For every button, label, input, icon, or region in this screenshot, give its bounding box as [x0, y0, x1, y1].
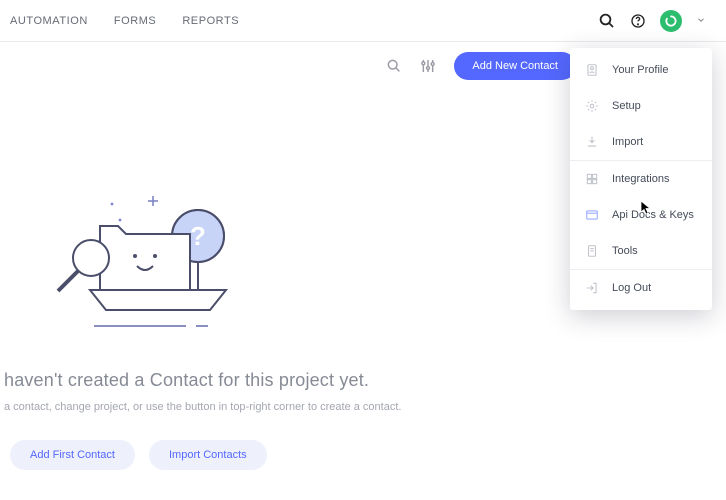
- integrations-icon: [584, 171, 600, 187]
- empty-state-text: haven't created a Contact for this proje…: [0, 370, 405, 413]
- menu-item-label: Integrations: [612, 173, 669, 185]
- nav-tab-reports[interactable]: REPORTS: [182, 15, 239, 27]
- add-new-contact-button[interactable]: Add New Contact: [454, 52, 576, 80]
- menu-item-your-profile[interactable]: Your Profile: [570, 52, 712, 88]
- menu-item-integrations[interactable]: Integrations: [570, 161, 712, 197]
- nav-tab-automation[interactable]: AUTOMATION: [10, 15, 88, 27]
- chevron-down-icon[interactable]: [696, 12, 706, 30]
- menu-item-label: Import: [612, 136, 643, 148]
- tools-icon: [584, 243, 600, 259]
- nav-tabs: AUTOMATION FORMS REPORTS: [0, 0, 239, 41]
- menu-item-log-out[interactable]: Log Out: [570, 270, 712, 306]
- menu-item-label: Setup: [612, 100, 641, 112]
- logout-icon: [584, 280, 600, 296]
- menu-item-label: Log Out: [612, 282, 651, 294]
- search-icon[interactable]: [386, 58, 402, 74]
- svg-text:?: ?: [190, 221, 206, 251]
- empty-state-illustration: ?: [40, 192, 240, 342]
- empty-state-heading: haven't created a Contact for this proje…: [4, 370, 401, 391]
- import-contacts-button[interactable]: Import Contacts: [149, 440, 267, 470]
- add-first-contact-button[interactable]: Add First Contact: [10, 440, 135, 470]
- menu-item-label: Api Docs & Keys: [612, 209, 694, 221]
- top-right-controls: [598, 0, 726, 41]
- menu-item-setup[interactable]: Setup: [570, 88, 712, 124]
- menu-item-label: Your Profile: [612, 64, 668, 76]
- menu-item-api-docs-keys[interactable]: Api Docs & Keys: [570, 197, 712, 233]
- avatar[interactable]: [660, 10, 682, 32]
- profile-icon: [584, 62, 600, 78]
- empty-state-actions: Add First Contact Import Contacts: [10, 440, 267, 470]
- settings-sliders-icon[interactable]: [420, 58, 436, 74]
- profile-dropdown: Your Profile Setup Import Integrations A…: [570, 48, 712, 310]
- import-icon: [584, 134, 600, 150]
- menu-item-import[interactable]: Import: [570, 124, 712, 160]
- api-icon: [584, 207, 600, 223]
- menu-item-tools[interactable]: Tools: [570, 233, 712, 269]
- empty-state-subtext: a contact, change project, or use the bu…: [4, 401, 401, 413]
- menu-item-label: Tools: [612, 245, 638, 257]
- help-icon[interactable]: [630, 13, 646, 29]
- top-bar: AUTOMATION FORMS REPORTS: [0, 0, 726, 42]
- search-icon[interactable]: [598, 12, 616, 30]
- nav-tab-forms[interactable]: FORMS: [114, 15, 156, 27]
- gear-icon: [584, 98, 600, 114]
